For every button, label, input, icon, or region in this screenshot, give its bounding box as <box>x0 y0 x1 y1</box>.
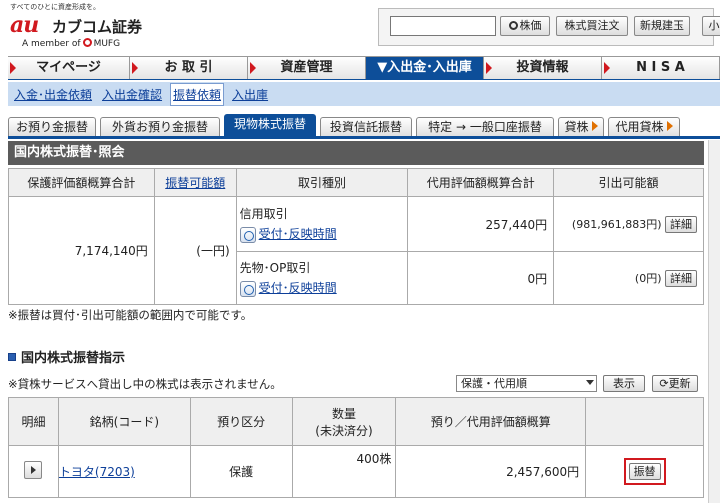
mufg-icon <box>82 38 92 47</box>
nav-deposit[interactable]: ▼入出金･入出庫 <box>366 57 484 79</box>
tab-stock-transfer[interactable]: 現物株式振替 <box>224 114 316 136</box>
tab-lending[interactable]: 貸株 <box>558 117 604 136</box>
font-small-button[interactable]: 小 <box>702 16 720 36</box>
expand-cell <box>8 445 59 498</box>
clock-icon <box>239 280 256 297</box>
subnav-transfer[interactable]: 振替依頼 <box>170 82 225 106</box>
substitute-value: 257,440円 <box>407 196 555 252</box>
reception-time-link[interactable]: 受付･反映時間 <box>259 281 337 295</box>
nav-marker-icon <box>10 62 16 74</box>
nav-marker-icon <box>486 62 492 74</box>
col-header: 預り／代用評価額概算 <box>395 397 587 446</box>
main-nav: マイページ お 取 引 資産管理 ▼入出金･入出庫 投資情報 N I S A <box>8 56 720 80</box>
search-input[interactable] <box>390 16 496 36</box>
section2-title: 国内株式振替指示 <box>8 347 125 366</box>
nav-mypage[interactable]: マイページ <box>8 57 130 79</box>
subnav-inout-stock[interactable]: 入出庫 <box>230 84 270 105</box>
stock-name-link[interactable]: トヨタ(7203) <box>59 465 135 479</box>
nav-marker-icon <box>132 62 138 74</box>
col-header: 明細 <box>8 397 59 446</box>
show-button[interactable]: 表示 <box>603 375 645 392</box>
col-header: 取引種別 <box>235 168 409 197</box>
search-icon <box>508 21 518 30</box>
transfer-button[interactable]: 振替 <box>628 463 661 480</box>
member-label: A member of <box>22 39 81 49</box>
clock-icon <box>239 226 256 243</box>
value-cell: 2,457,600円 <box>395 445 587 498</box>
nav-trade[interactable]: お 取 引 <box>130 57 248 79</box>
tagline: すべてのひとに資産形成を。 <box>10 3 101 11</box>
nav-marker-icon <box>250 62 256 74</box>
col-header-action <box>585 397 704 446</box>
header: すべてのひとに資産形成を。 au カブコム証券 A member of MUFG … <box>0 0 720 56</box>
reception-time-link[interactable]: 受付･反映時間 <box>259 227 337 241</box>
logo-text[interactable]: カブコム証券 <box>52 16 142 37</box>
tab-cash-transfer[interactable]: お預り金振替 <box>8 117 96 136</box>
square-bullet-icon <box>8 353 16 361</box>
nav-nisa[interactable]: N I S A <box>602 57 720 79</box>
quantity-cell: 400株 <box>291 445 397 498</box>
stock-price-button[interactable]: 株価 <box>500 16 550 36</box>
category-cell: 保護 <box>189 445 293 498</box>
transfer-table: 明細 銘柄(コード) 預り区分 数量 (未決済分) 預り／代用評価額概算 トヨタ(… <box>8 397 704 498</box>
scrollbar[interactable] <box>708 140 720 503</box>
tab-sub-lending[interactable]: 代用貸株 <box>608 117 680 136</box>
action-cell: 振替 <box>585 445 704 498</box>
substitute-value: 0円 <box>407 251 555 305</box>
subnav-deposit-withdraw[interactable]: 入金･出金依頼 <box>12 84 94 105</box>
col-header-quantity: 数量 (未決済分) <box>291 397 397 446</box>
expand-button[interactable] <box>24 461 43 479</box>
refresh-button[interactable]: ⟳更新 <box>652 375 698 392</box>
transfer-note: ※振替は買付･引出可能額の範囲内で可能です。 <box>8 308 253 322</box>
col-header: 預り区分 <box>189 397 293 446</box>
trade-type-label: 先物･OP取引 <box>239 261 311 276</box>
section-title: 国内株式振替･照会 <box>8 141 704 165</box>
sort-select[interactable]: 保護・代用順 <box>456 375 597 392</box>
mufg-label: MUFG <box>93 39 121 49</box>
tab-account-transfer[interactable]: 特定 → 一般口座振替 <box>416 117 554 136</box>
highlight-box: 振替 <box>623 458 666 485</box>
detail-button[interactable]: 詳細 <box>665 215 697 233</box>
stock-order-button[interactable]: 株式買注文 <box>556 16 628 36</box>
tab-bar: お預り金振替 外貨お預り金振替 現物株式振替 投資信託振替 特定 → 一般口座振… <box>8 113 720 139</box>
transferable-value: (一円) <box>153 196 237 305</box>
arrow-icon <box>666 121 673 131</box>
withdrawable-cell: (981,961,883円) 詳細 <box>553 196 704 252</box>
table-row: トヨタ(7203) 保護 400株 2,457,600円 振替 <box>8 445 704 498</box>
col-header: 保護評価額概算合計 <box>8 168 155 197</box>
arrow-icon <box>591 121 598 131</box>
sub-nav: 入金･出金依頼 入出金確認 振替依頼 入出庫 <box>8 82 720 106</box>
withdrawable-value: (981,961,883円) <box>571 217 662 231</box>
chevron-down-icon <box>586 380 594 385</box>
tab-foreign-cash[interactable]: 外貨お預り金振替 <box>100 117 220 136</box>
withdrawable-cell: (0円) 詳細 <box>553 251 704 305</box>
col-header-transferable[interactable]: 振替可能額 <box>153 168 237 197</box>
col-header: 銘柄(コード) <box>57 397 191 446</box>
trade-type-cell: 信用取引 受付･反映時間 <box>235 196 409 252</box>
member-text: A member of MUFG <box>22 38 120 49</box>
tab-fund-transfer[interactable]: 投資信託振替 <box>320 117 412 136</box>
trade-type-cell: 先物･OP取引 受付･反映時間 <box>235 251 409 305</box>
nav-assets[interactable]: 資産管理 <box>248 57 366 79</box>
name-cell: トヨタ(7203) <box>57 445 191 498</box>
trade-type-label: 信用取引 <box>239 207 288 222</box>
nav-info[interactable]: 投資情報 <box>484 57 602 79</box>
total-value: 7,174,140円 <box>8 196 155 305</box>
logo-mark[interactable]: au <box>10 12 39 38</box>
new-build-button[interactable]: 新規建玉 <box>634 16 690 36</box>
refresh-icon: ⟳ <box>659 377 669 390</box>
nav-marker-icon <box>604 62 610 74</box>
withdrawable-value: (0円) <box>634 271 662 285</box>
summary-table: 保護評価額概算合計 振替可能額 取引種別 代用評価額概算合計 引出可能額 7,1… <box>8 168 704 305</box>
col-header: 代用評価額概算合計 <box>407 168 555 197</box>
subnav-confirm[interactable]: 入出金確認 <box>100 84 164 105</box>
detail-button[interactable]: 詳細 <box>665 269 697 287</box>
col-header: 引出可能額 <box>553 168 704 197</box>
lending-note: ※貸株サービスへ貸出し中の株式は表示されません。 <box>8 377 282 391</box>
